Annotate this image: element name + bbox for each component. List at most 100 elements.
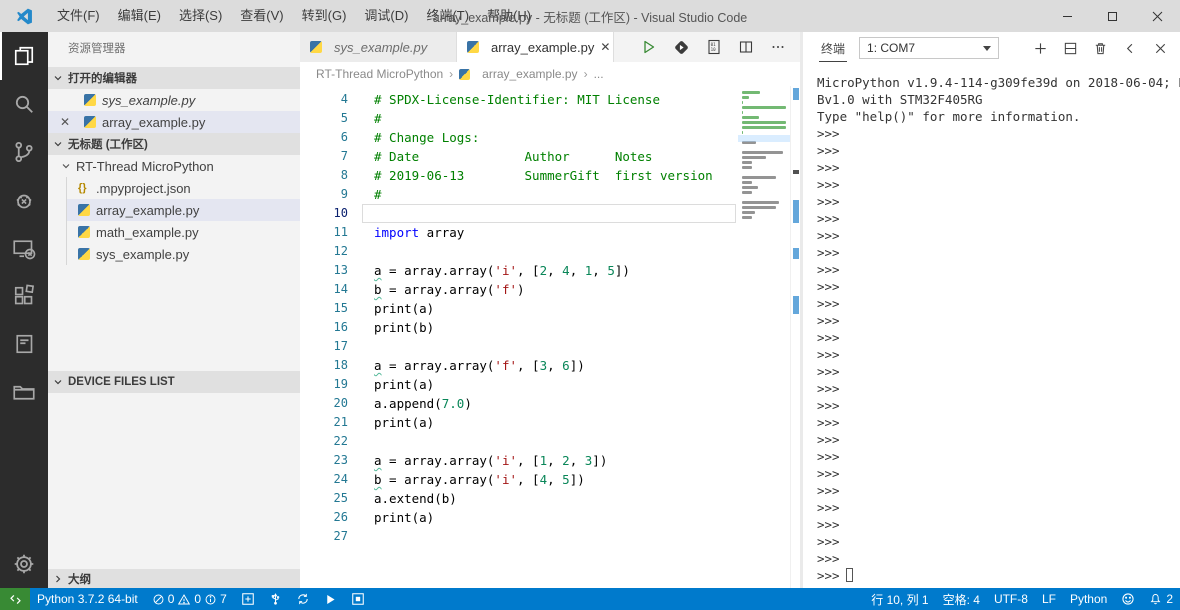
split-editor-icon[interactable] [738, 39, 754, 55]
cursor-position[interactable]: 行 10, 列 1 [864, 588, 935, 610]
folder-icon[interactable] [0, 368, 48, 416]
minimap-line [742, 181, 752, 184]
menu-file[interactable]: 文件(F) [48, 0, 109, 32]
menu-debug[interactable]: 调试(D) [355, 0, 417, 32]
notifications-bell[interactable]: 2 [1142, 588, 1180, 610]
remote-indicator[interactable] [0, 588, 30, 610]
code-line[interactable]: 6 # Change Logs: [300, 128, 738, 147]
explorer-title: 资源管理器 [68, 43, 126, 55]
code-line[interactable]: 17 [300, 337, 738, 356]
outline-section-header[interactable]: 大纲 [48, 569, 300, 588]
feedback-smiley-button[interactable] [1114, 588, 1142, 610]
code-line[interactable]: 13 a = array.array('i', [2, 4, 1, 5]) [300, 261, 738, 280]
minimize-button[interactable] [1045, 0, 1090, 32]
window-title: array_example.py - 无标题 (工作区) - Visual St… [432, 10, 748, 25]
code-line[interactable]: 15 print(a) [300, 299, 738, 318]
micropython-run-icon[interactable] [673, 39, 690, 56]
code-line[interactable]: 4 # SPDX-License-Identifier: MIT License [300, 90, 738, 109]
menu-selection[interactable]: 选择(S) [170, 0, 231, 32]
terminal-instance-select[interactable]: 1: COM7 [859, 37, 1000, 59]
language-mode[interactable]: Python [1063, 588, 1114, 610]
tree-item[interactable]: {} .mpyproject.json [67, 177, 300, 199]
minimap[interactable] [738, 86, 790, 588]
breadcrumb-file[interactable]: array_example.py [482, 67, 577, 81]
terminal-output[interactable]: MicroPython v1.9.4-114-g309fe39d on 2018… [803, 64, 1180, 588]
code-line[interactable]: 27 [300, 527, 738, 546]
svg-text:10: 10 [711, 47, 717, 52]
split-terminal-icon[interactable] [1063, 41, 1078, 56]
workspace-section-header[interactable]: 无标题 (工作区) [48, 133, 300, 155]
code-line[interactable]: 12 [300, 242, 738, 261]
code-line[interactable]: 8 # 2019-06-13 SummerGift first version [300, 166, 738, 185]
breadcrumb-folder[interactable]: RT-Thread MicroPython [316, 67, 443, 81]
binary-document-icon[interactable]: 0110 [706, 39, 722, 55]
code-line[interactable]: 18 a = array.array('f', [3, 6]) [300, 356, 738, 375]
bell-icon [1150, 594, 1161, 605]
code-line[interactable]: 24 b = array.array('i', [4, 5]) [300, 470, 738, 489]
usb-device-button[interactable] [262, 588, 289, 610]
code-line[interactable]: 21 print(a) [300, 413, 738, 432]
indentation[interactable]: 空格: 4 [936, 588, 987, 610]
device-files-section-header[interactable]: DEVICE FILES LIST [48, 371, 300, 393]
problems-status[interactable]: 0 0 7 [145, 588, 234, 610]
settings-gear-icon[interactable] [0, 540, 48, 588]
code-line[interactable]: 7 # Date Author Notes [300, 147, 738, 166]
code-line[interactable]: 5 # [300, 109, 738, 128]
code-line[interactable]: 26 print(a) [300, 508, 738, 527]
eol-sequence[interactable]: LF [1035, 588, 1063, 610]
tree-item[interactable]: array_example.py [67, 199, 300, 221]
code-line[interactable]: 25 a.extend(b) [300, 489, 738, 508]
close-panel-icon[interactable] [1153, 41, 1168, 56]
extensions-icon[interactable] [0, 272, 48, 320]
remote-device-icon[interactable] [0, 224, 48, 272]
code-line[interactable]: 22 [300, 432, 738, 451]
code-line[interactable]: 20 a.append(7.0) [300, 394, 738, 413]
open-editors-section-header[interactable]: 打开的编辑器 [48, 67, 300, 89]
tab-terminal[interactable]: 终端 [819, 34, 848, 62]
run-program-button[interactable] [317, 588, 344, 610]
code-line[interactable]: 9 # [300, 185, 738, 204]
code-line[interactable]: 16 print(b) [300, 318, 738, 337]
more-actions-icon[interactable] [770, 39, 786, 55]
code-line[interactable]: 11 import array [300, 223, 738, 242]
open-editor-item[interactable]: sys_example.py [48, 89, 300, 111]
code-line[interactable]: 19 print(a) [300, 375, 738, 394]
code-line-text: b = array.array('i', [4, 5]) [374, 472, 585, 487]
tab-sys-example[interactable]: sys_example.py [300, 32, 457, 62]
encoding[interactable]: UTF-8 [987, 588, 1035, 610]
code-line[interactable]: 10 [300, 204, 738, 223]
kill-terminal-trash-icon[interactable] [1093, 41, 1108, 56]
line-number: 8 [340, 168, 348, 182]
new-terminal-icon[interactable] [1033, 41, 1048, 56]
close-window-button[interactable] [1135, 0, 1180, 32]
code-line[interactable]: 14 b = array.array('f') [300, 280, 738, 299]
notes-icon[interactable] [0, 320, 48, 368]
python-interpreter[interactable]: Python 3.7.2 64-bit [30, 588, 145, 610]
stop-program-button[interactable] [344, 588, 372, 610]
menu-edit[interactable]: 编辑(E) [109, 0, 170, 32]
menu-view[interactable]: 查看(V) [231, 0, 292, 32]
close-editor-icon[interactable]: ✕ [60, 115, 70, 129]
tab-array-example[interactable]: array_example.py ✕ [457, 32, 614, 62]
terminal-prompt: >>> [817, 500, 840, 515]
device-add-button[interactable] [234, 588, 262, 610]
maximize-button[interactable] [1090, 0, 1135, 32]
search-icon[interactable] [0, 80, 48, 128]
tree-item[interactable]: math_example.py [67, 221, 300, 243]
menu-go[interactable]: 转到(G) [293, 0, 356, 32]
chevron-left-icon[interactable] [1123, 41, 1138, 56]
debug-icon[interactable] [0, 176, 48, 224]
close-tab-icon[interactable]: ✕ [600, 40, 610, 54]
explorer-icon[interactable] [0, 32, 48, 80]
code-editor[interactable]: 4 # SPDX-License-Identifier: MIT License 5… [300, 86, 738, 588]
source-control-icon[interactable] [0, 128, 48, 176]
run-python-file-icon[interactable] [641, 39, 657, 55]
tree-folder-rt-thread[interactable]: RT-Thread MicroPython [48, 155, 300, 177]
open-editor-item[interactable]: ✕ array_example.py [48, 111, 300, 133]
error-count: 0 [167, 592, 175, 606]
sync-download-button[interactable] [289, 588, 317, 610]
tree-item[interactable]: sys_example.py [67, 243, 300, 265]
breadcrumb-symbol[interactable]: ... [594, 67, 604, 81]
code-line[interactable]: 23 a = array.array('i', [1, 2, 3]) [300, 451, 738, 470]
add-box-icon [242, 593, 254, 605]
